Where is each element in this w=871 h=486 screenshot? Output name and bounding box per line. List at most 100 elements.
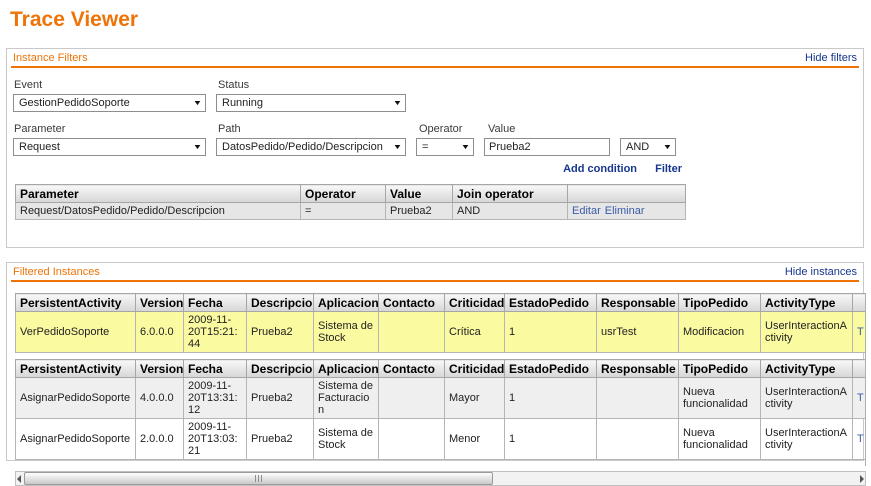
scrollbar-thumb[interactable]	[24, 472, 493, 485]
instance-row[interactable]: AsignarPedidoSoporte4.0.0.02009-11-20T13…	[16, 378, 867, 419]
cell: VerPedidoSoporte	[16, 312, 136, 353]
instances-header-row: PersistentActivityVersionFechaDescripcio…	[16, 294, 867, 312]
cell: T	[853, 312, 867, 353]
instances-panel-header: Filtered Instances Hide instances	[11, 263, 859, 282]
cell: UserInteractionActivity	[761, 419, 853, 460]
trace-link[interactable]: T	[857, 392, 864, 404]
conditions-header-row: ParameterOperatorValueJoin operator	[16, 185, 686, 203]
column-header	[568, 185, 686, 203]
column-header	[853, 294, 867, 312]
cell: Nueva funcionalidad	[679, 419, 761, 460]
column-header	[853, 360, 867, 378]
instances-table-1: PersistentActivityVersionFechaDescripcio…	[15, 359, 866, 460]
instances-header-row: PersistentActivityVersionFechaDescripcio…	[16, 360, 867, 378]
horizontal-scrollbar[interactable]	[15, 471, 866, 486]
instance-row[interactable]: AsignarPedidoSoporte2.0.0.02009-11-20T13…	[16, 419, 867, 460]
cell: AsignarPedidoSoporte	[16, 378, 136, 419]
filters-panel-header: Instance Filters Hide filters	[11, 49, 859, 68]
status-select[interactable]: Running ▼	[216, 94, 406, 112]
page-title: Trace Viewer	[10, 8, 871, 32]
column-header: Parameter	[16, 185, 301, 203]
column-header: Operator	[301, 185, 386, 203]
eliminar-link[interactable]: Eliminar	[605, 205, 645, 217]
status-select-value: Running	[222, 97, 263, 109]
column-header: Value	[386, 185, 453, 203]
trace-link[interactable]: T	[857, 326, 864, 338]
cell: T	[853, 378, 867, 419]
instance-row[interactable]: VerPedidoSoporte6.0.0.02009-11-20T15:21:…	[16, 312, 867, 353]
cell: UserInteractionActivity	[761, 378, 853, 419]
event-label: Event	[14, 79, 207, 91]
column-header: Responsable	[597, 360, 679, 378]
column-header: Criticidad	[445, 360, 505, 378]
filters-section-title: Instance Filters	[13, 52, 88, 64]
column-header: Fecha	[184, 294, 247, 312]
cell	[597, 419, 679, 460]
column-header: Criticidad	[445, 294, 505, 312]
chevron-down-icon: ▼	[393, 100, 403, 107]
cell: 1	[505, 378, 597, 419]
chevron-down-icon: ▼	[193, 100, 203, 107]
column-header: EstadoPedido	[505, 294, 597, 312]
instances-scroll-area: PersistentActivityVersionFechaDescripcio…	[15, 293, 866, 466]
cell	[379, 312, 445, 353]
hide-instances-link[interactable]: Hide instances	[785, 266, 857, 278]
parameter-select[interactable]: Request ▼	[13, 138, 206, 156]
event-select-value: GestionPedidoSoporte	[19, 97, 130, 109]
instances-section-title: Filtered Instances	[13, 266, 100, 278]
cell: 6.0.0.0	[136, 312, 184, 353]
path-select[interactable]: DatosPedido/Pedido/Descripcion ▼	[216, 138, 406, 156]
scroll-left-icon[interactable]	[17, 475, 21, 483]
path-label: Path	[218, 123, 408, 135]
parameter-select-value: Request	[19, 141, 60, 153]
trace-link[interactable]: T	[857, 433, 864, 445]
scroll-right-icon[interactable]	[860, 475, 864, 483]
column-header: Aplicacion	[314, 360, 379, 378]
cell: usrTest	[597, 312, 679, 353]
operator-select-value: =	[422, 141, 428, 153]
cell: Mayor	[445, 378, 505, 419]
operator-label: Operator	[419, 123, 477, 135]
column-header: EstadoPedido	[505, 360, 597, 378]
event-select[interactable]: GestionPedidoSoporte ▼	[13, 94, 206, 112]
column-header: PersistentActivity	[16, 294, 136, 312]
cell: Crítica	[445, 312, 505, 353]
cell: AsignarPedidoSoporte	[16, 419, 136, 460]
column-header: ActivityType	[761, 294, 853, 312]
operator-select[interactable]: = ▼	[416, 138, 474, 156]
column-header: Aplicacion	[314, 294, 379, 312]
value-input[interactable]	[484, 138, 610, 156]
cell: Sistema de Facturacion	[314, 378, 379, 419]
actions-cell: Editar Eliminar	[568, 203, 686, 220]
column-header: Responsable	[597, 294, 679, 312]
cell: Prueba2	[247, 419, 314, 460]
cell: Sistema de Stock	[314, 419, 379, 460]
cell: Prueba2	[247, 312, 314, 353]
value-label: Value	[488, 123, 614, 135]
cell: 1	[505, 312, 597, 353]
cell: Menor	[445, 419, 505, 460]
filter-link[interactable]: Filter	[655, 163, 682, 175]
condition-row: Request/DatosPedido/Pedido/Descripcion=P…	[16, 203, 686, 220]
column-header: Fecha	[184, 360, 247, 378]
column-header: Version	[136, 360, 184, 378]
column-header: TipoPedido	[679, 294, 761, 312]
scrollbar-grip	[254, 473, 263, 485]
column-header: Version	[136, 294, 184, 312]
filtered-instances-panel: Filtered Instances Hide instances Persis…	[6, 262, 864, 461]
filters-form: Event Status GestionPedidoSoporte ▼ Runn…	[11, 68, 859, 175]
hide-filters-link[interactable]: Hide filters	[805, 52, 857, 64]
cell: =	[301, 203, 386, 220]
column-header: PersistentActivity	[16, 360, 136, 378]
column-header: Join operator	[453, 185, 568, 203]
instances-table-0: PersistentActivityVersionFechaDescripcio…	[15, 293, 866, 353]
chevron-down-icon: ▼	[663, 144, 673, 151]
cell: 2009-11-20T13:31:12	[184, 378, 247, 419]
join-operator-select[interactable]: AND ▼	[620, 138, 676, 156]
editar-link[interactable]: Editar	[572, 205, 601, 217]
add-condition-link[interactable]: Add condition	[563, 163, 637, 175]
cell	[379, 378, 445, 419]
cell: 2009-11-20T13:03:21	[184, 419, 247, 460]
cell: 2.0.0.0	[136, 419, 184, 460]
parameter-label: Parameter	[14, 123, 207, 135]
